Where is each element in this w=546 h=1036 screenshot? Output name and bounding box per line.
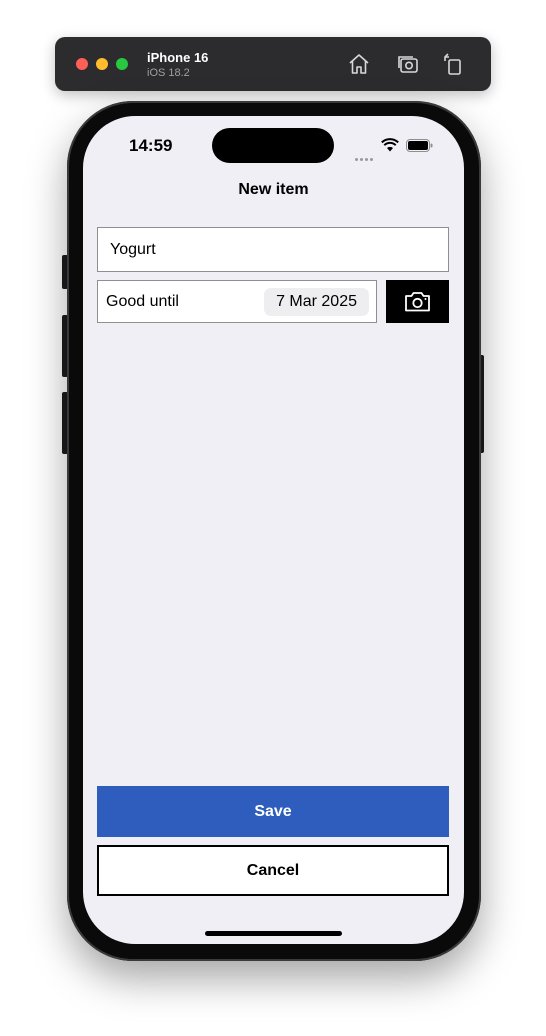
phone-screen: 14:59 New item Yogurt Good until 7 Mar 2… (83, 116, 464, 944)
wifi-icon (381, 138, 399, 152)
home-indicator[interactable] (205, 931, 342, 936)
simulator-title-bar: iPhone 16 iOS 18.2 (55, 37, 491, 91)
home-icon[interactable] (347, 52, 371, 76)
dynamic-island (212, 128, 334, 163)
good-until-label: Good until (106, 293, 179, 310)
cancel-button[interactable]: Cancel (97, 845, 449, 896)
camera-button[interactable] (386, 280, 449, 323)
screenshot-icon[interactable] (396, 52, 420, 76)
good-until-row: Good until 7 Mar 2025 (97, 280, 377, 323)
status-icons (355, 138, 435, 161)
status-time: 14:59 (129, 136, 173, 155)
battery-icon (406, 139, 433, 152)
date-picker[interactable]: 7 Mar 2025 (264, 288, 369, 316)
zoom-window-button[interactable] (116, 58, 128, 70)
save-button[interactable]: Save (97, 786, 449, 837)
page-title: New item (238, 181, 309, 198)
item-name-field[interactable]: Yogurt (97, 227, 449, 272)
minimize-window-button[interactable] (96, 58, 108, 70)
device-name: iPhone 16 (147, 50, 209, 65)
rotate-icon[interactable] (441, 52, 465, 76)
close-window-button[interactable] (76, 58, 88, 70)
camera-icon (405, 292, 430, 312)
os-version: iOS 18.2 (147, 67, 190, 79)
cellular-signal-icon (355, 148, 375, 166)
